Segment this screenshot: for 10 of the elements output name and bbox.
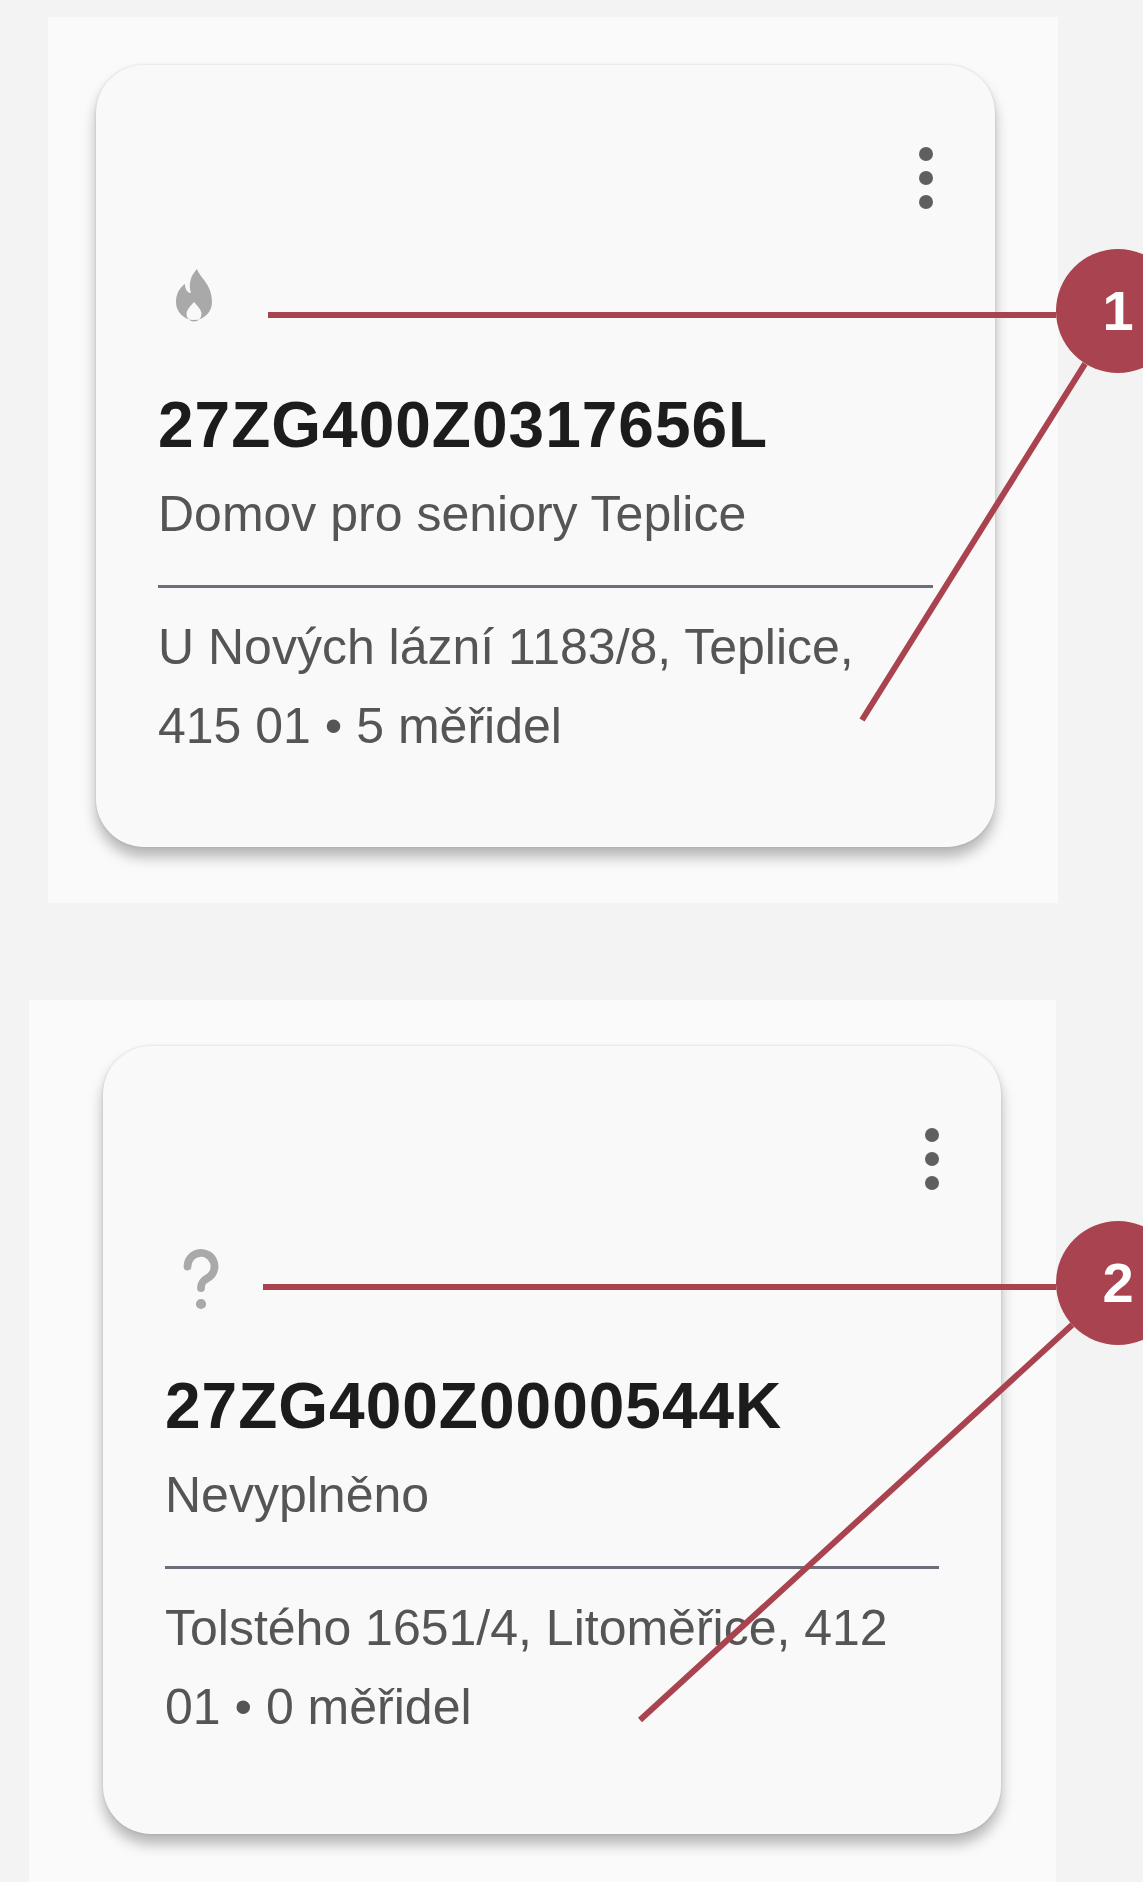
address-text: U Nových lázní 1183/8, Teplice, 415 01 • 5 měřidel bbox=[158, 617, 855, 756]
site-card[interactable]: 27ZG400Z0317656L Domov pro seniory Teplice U Nových lázní 1183/8, Teplice, 415 01 • 5 měřidel bbox=[96, 65, 995, 847]
more-options-icon[interactable] bbox=[917, 146, 935, 210]
more-options-icon[interactable] bbox=[923, 1127, 941, 1191]
callout-number: 1 bbox=[1056, 249, 1143, 373]
callout-number: 2 bbox=[1056, 1221, 1143, 1345]
site-name: Domov pro seniory Teplice bbox=[158, 484, 747, 544]
meter-code: 27ZG400Z0000544K bbox=[165, 1369, 783, 1444]
meter-code: 27ZG400Z0317656L bbox=[158, 388, 769, 463]
site-name: Nevyplněno bbox=[165, 1465, 430, 1525]
